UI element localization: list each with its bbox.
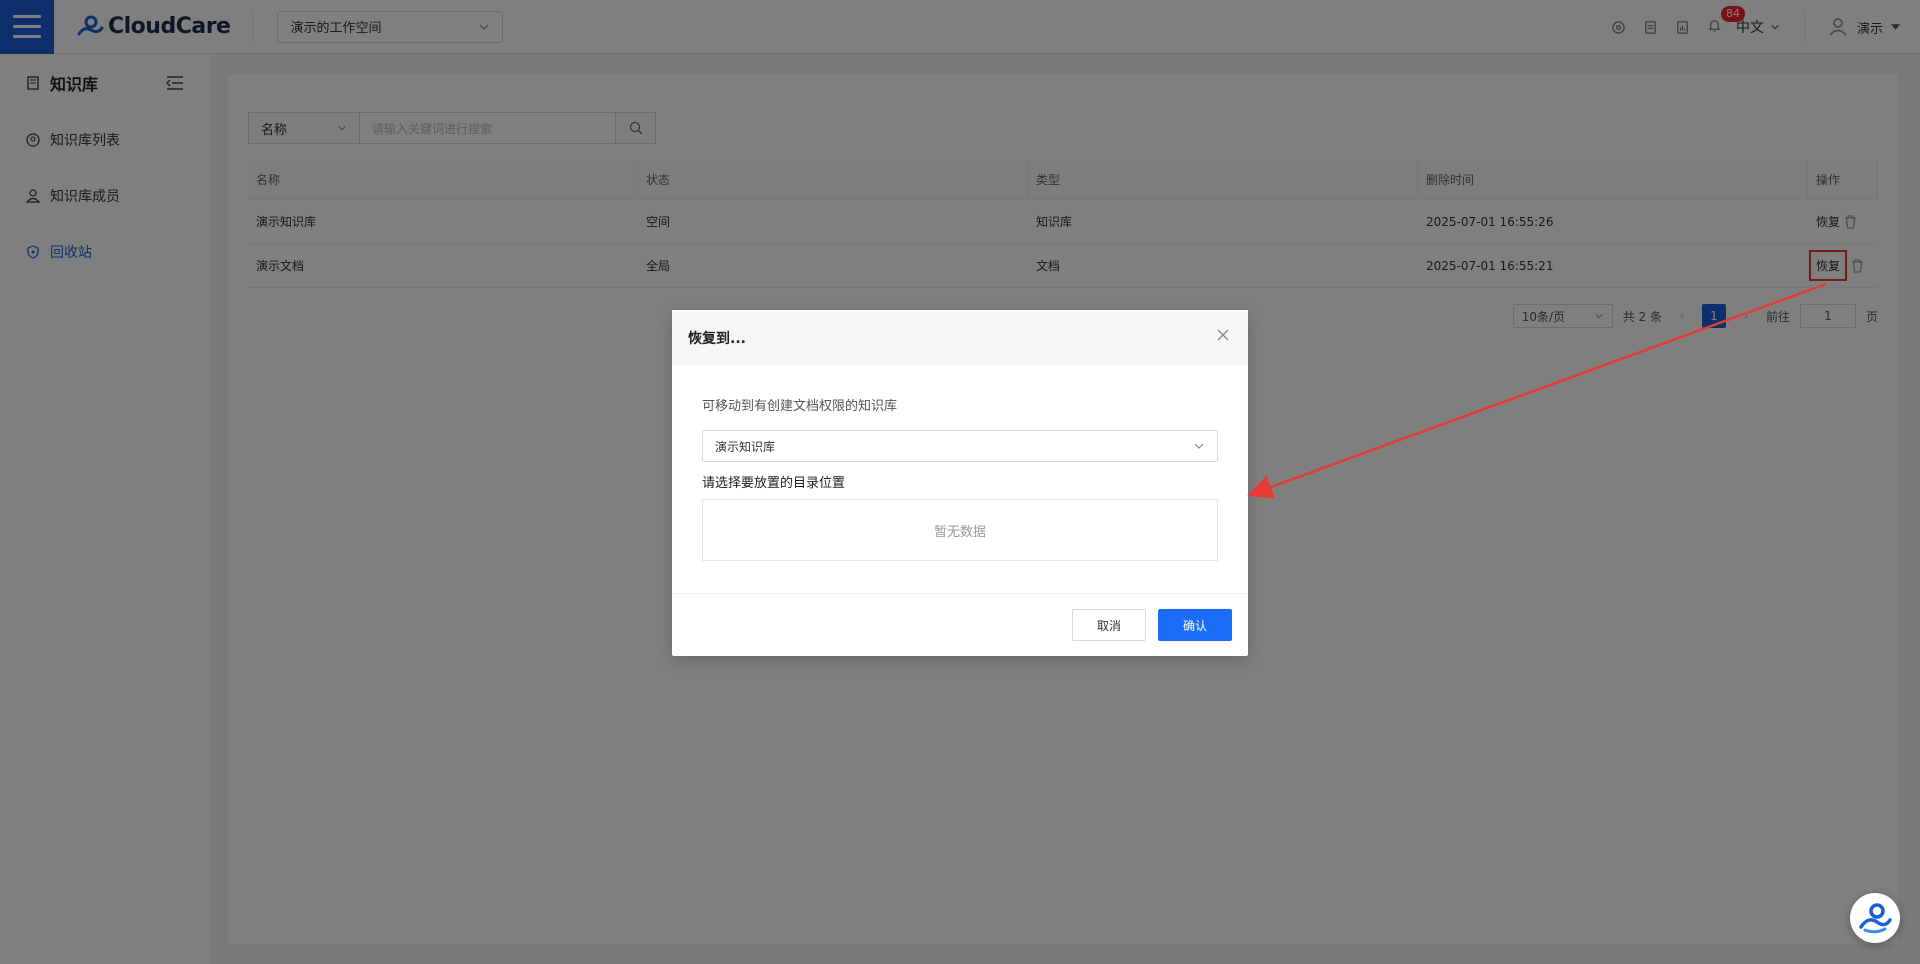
assistant-float-button[interactable] [1850,893,1900,943]
annotation-arrow [1247,282,1827,499]
assistant-logo-icon [1859,903,1892,934]
